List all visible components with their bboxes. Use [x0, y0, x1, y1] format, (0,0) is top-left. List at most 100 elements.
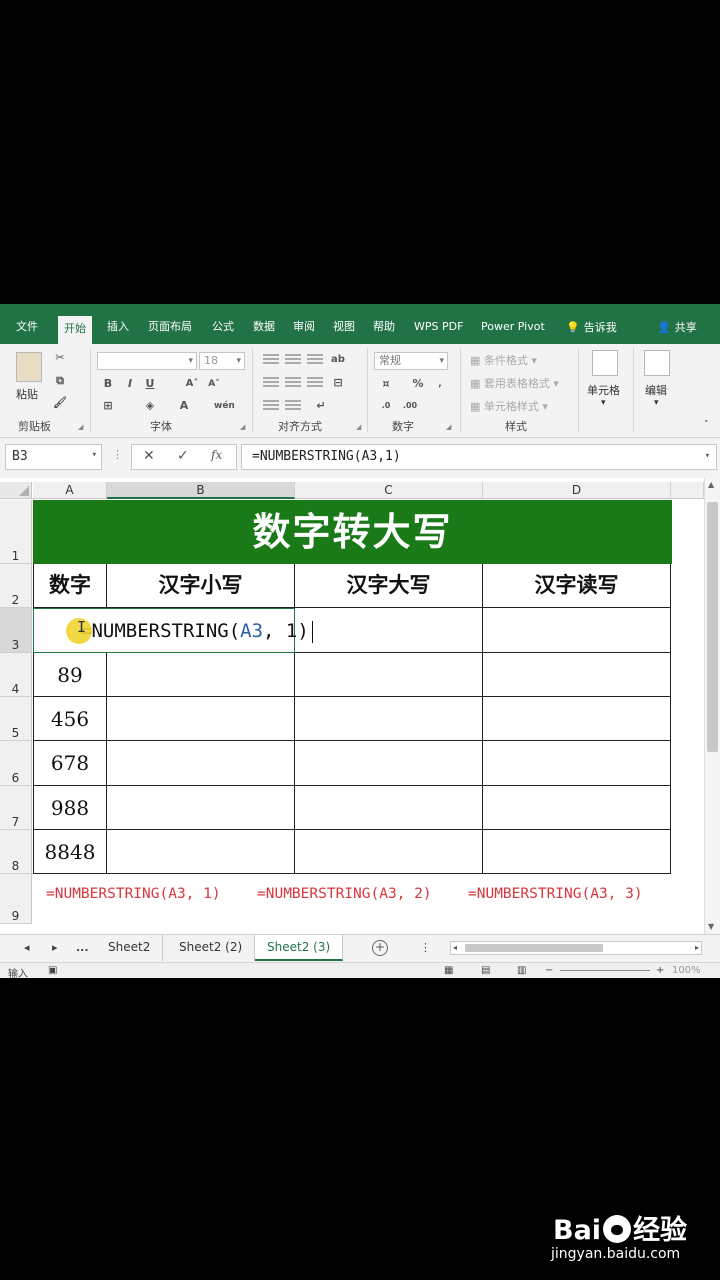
row-header-4[interactable]: 4: [0, 653, 32, 697]
cell-a4[interactable]: 89: [33, 653, 107, 697]
scroll-left-icon[interactable]: ◂: [453, 942, 457, 954]
header-cell-uppercase[interactable]: 汉字大写: [295, 564, 483, 608]
decrease-decimal-icon[interactable]: .00: [402, 398, 418, 414]
page-layout-view-icon[interactable]: ▤: [481, 965, 490, 976]
currency-icon[interactable]: ¤: [378, 376, 394, 392]
row-header-9[interactable]: 9: [0, 874, 32, 924]
clipboard-dialog-launcher[interactable]: ◢: [78, 423, 83, 431]
tab-data[interactable]: 数据: [253, 314, 275, 342]
cell-styles-button[interactable]: ▦ 单元格样式 ▾: [470, 398, 548, 414]
tab-wps-pdf[interactable]: WPS PDF: [414, 314, 463, 342]
tab-page-layout[interactable]: 页面布局: [148, 314, 192, 342]
fill-color-icon[interactable]: ◈: [142, 398, 158, 414]
collapse-ribbon-icon[interactable]: ˄: [704, 420, 709, 430]
increase-font-icon[interactable]: A˄: [184, 376, 200, 392]
horizontal-scrollbar[interactable]: ◂ ▸: [450, 941, 702, 955]
top-align-icon[interactable]: [263, 354, 279, 366]
bottom-align-icon[interactable]: [307, 354, 323, 366]
tab-split-icon[interactable]: ⋮: [420, 941, 431, 954]
cell-c4[interactable]: [295, 653, 483, 697]
number-format-combo[interactable]: 常规 ▾: [374, 352, 448, 370]
cell-b4[interactable]: [107, 653, 295, 697]
phonetic-icon[interactable]: wén: [214, 398, 235, 414]
add-sheet-icon[interactable]: +: [372, 940, 388, 956]
zoom-level[interactable]: 100%: [672, 965, 701, 976]
cell-a6[interactable]: 678: [33, 741, 107, 786]
font-name-combo[interactable]: ▾: [97, 352, 197, 370]
edit-button[interactable]: 编辑: [645, 382, 667, 398]
increase-indent-icon[interactable]: [285, 400, 301, 412]
row-header-8[interactable]: 8: [0, 830, 32, 874]
page-break-view-icon[interactable]: ▥: [517, 965, 526, 976]
cell-b6[interactable]: [107, 741, 295, 786]
row-header-5[interactable]: 5: [0, 697, 32, 741]
scroll-down-icon[interactable]: ▼: [708, 922, 714, 931]
wrap-text-icon[interactable]: ↵: [313, 398, 329, 414]
hscroll-thumb[interactable]: [465, 944, 603, 952]
cell-b5[interactable]: [107, 697, 295, 741]
header-cell-lowercase[interactable]: 汉字小写: [107, 564, 295, 608]
cell-d3[interactable]: [483, 608, 671, 653]
cell-c8[interactable]: [295, 830, 483, 874]
cell-d6[interactable]: [483, 741, 671, 786]
sheet-title[interactable]: 数字转大写: [33, 500, 672, 564]
vertical-scrollbar[interactable]: ▲ ▼: [704, 478, 720, 934]
sheet-tab-1[interactable]: Sheet2: [96, 935, 164, 961]
row-header-7[interactable]: 7: [0, 786, 32, 830]
header-cell-number[interactable]: 数字: [33, 564, 107, 608]
tab-view[interactable]: 视图: [333, 314, 355, 342]
search-icon[interactable]: [644, 350, 670, 376]
border-icon[interactable]: ⊞: [100, 398, 116, 414]
cell-c6[interactable]: [295, 741, 483, 786]
cell-a5[interactable]: 456: [33, 697, 107, 741]
formula-input[interactable]: =NUMBERSTRING(A3,1) ▾: [241, 444, 717, 470]
alignment-dialog-launcher[interactable]: ◢: [356, 423, 361, 431]
format-as-table-button[interactable]: ▦ 套用表格格式 ▾: [470, 375, 559, 391]
cell-d7[interactable]: [483, 786, 671, 830]
select-all-button[interactable]: [0, 482, 32, 499]
cell-b8[interactable]: [107, 830, 295, 874]
font-color-icon[interactable]: A: [176, 398, 192, 414]
cell-c3[interactable]: [295, 608, 483, 653]
middle-align-icon[interactable]: [285, 354, 301, 366]
formula-note-c[interactable]: =NUMBERSTRING(A3, 2): [257, 886, 432, 902]
share-button[interactable]: 👤 共享: [657, 314, 697, 342]
underline-button[interactable]: U: [142, 376, 158, 392]
cell-c7[interactable]: [295, 786, 483, 830]
name-box[interactable]: B3 ▾: [5, 444, 102, 470]
prev-sheet-icon[interactable]: ◂: [24, 941, 30, 954]
tab-insert[interactable]: 插入: [107, 314, 129, 342]
row-header-6[interactable]: 6: [0, 741, 32, 786]
formula-note-d[interactable]: =NUMBERSTRING(A3, 3): [468, 886, 643, 902]
cell-d5[interactable]: [483, 697, 671, 741]
scroll-thumb[interactable]: [707, 502, 718, 752]
number-dialog-launcher[interactable]: ◢: [446, 423, 451, 431]
conditional-format-button[interactable]: ▦ 条件格式 ▾: [470, 352, 537, 368]
row-header-3[interactable]: 3: [0, 608, 32, 653]
tab-home[interactable]: 开始: [58, 316, 92, 344]
cells-icon[interactable]: [592, 350, 618, 376]
merge-icon[interactable]: ⊟: [330, 375, 346, 391]
zoom-out-icon[interactable]: −: [545, 965, 553, 976]
cell-a7[interactable]: 988: [33, 786, 107, 830]
font-dialog-launcher[interactable]: ◢: [240, 423, 245, 431]
normal-view-icon[interactable]: ▦: [444, 965, 453, 976]
scroll-right-icon[interactable]: ▸: [695, 942, 699, 954]
column-header-b[interactable]: B: [107, 482, 295, 499]
formula-note-b[interactable]: =NUMBERSTRING(A3, 1): [46, 886, 221, 902]
italic-button[interactable]: I: [122, 376, 138, 392]
zoom-in-icon[interactable]: +: [656, 965, 664, 976]
cell-d4[interactable]: [483, 653, 671, 697]
insert-function-icon[interactable]: fx: [211, 448, 222, 462]
cells-button[interactable]: 单元格: [587, 382, 620, 398]
column-header-c[interactable]: C: [295, 482, 483, 499]
scroll-up-icon[interactable]: ▲: [708, 480, 714, 489]
column-header-d[interactable]: D: [483, 482, 671, 499]
tab-help[interactable]: 帮助: [373, 314, 395, 342]
cell-c5[interactable]: [295, 697, 483, 741]
cancel-icon[interactable]: ✕: [143, 448, 155, 464]
cut-icon[interactable]: ✂: [52, 350, 68, 366]
header-cell-reading[interactable]: 汉字读写: [483, 564, 671, 608]
macro-record-icon[interactable]: ▣: [48, 965, 57, 976]
orientation-icon[interactable]: ab: [330, 352, 346, 368]
